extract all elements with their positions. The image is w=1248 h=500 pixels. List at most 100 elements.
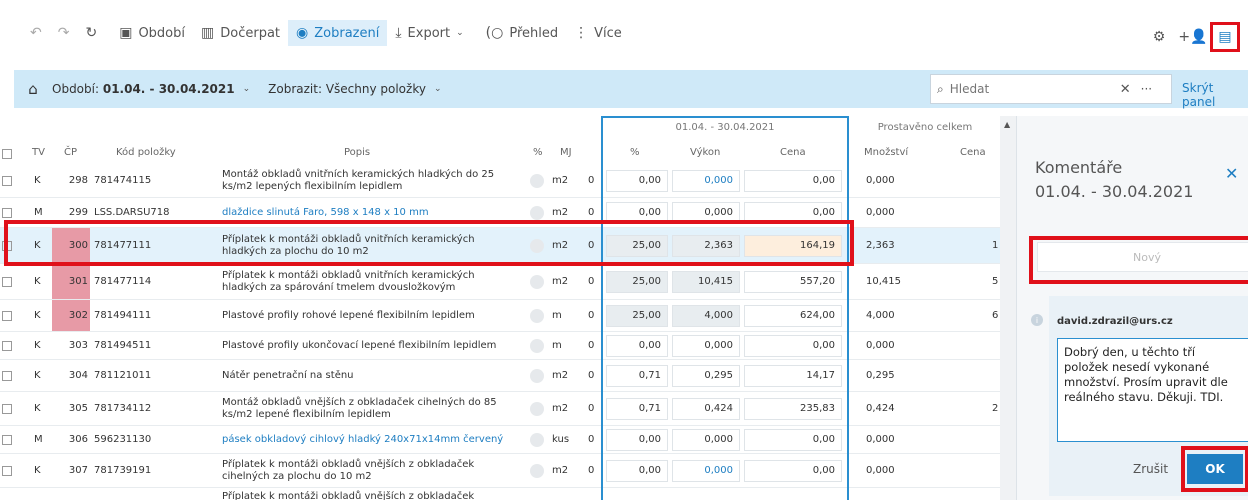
row-checkbox[interactable] (2, 340, 12, 351)
cell-built-mnozstvi: 0,424 (866, 403, 895, 414)
refresh-icon: ↻ (85, 25, 98, 41)
period-button[interactable]: ▣ Období (111, 20, 193, 46)
cell-zero: 0 (588, 340, 595, 351)
cell-mj: m (552, 310, 562, 321)
prehled-button[interactable]: (○ Přehled (478, 20, 566, 46)
info-icon: i (1031, 314, 1043, 326)
select-all-checkbox[interactable] (2, 149, 12, 159)
table-row[interactable]: K 298 781474115 Montáž obkladů vnitřních ke… (0, 164, 1000, 198)
cell-tv: K (34, 310, 41, 321)
progress-pie-icon (530, 205, 544, 220)
table-row[interactable]: Příplatek k montáži obkladů vnějších z o… (0, 488, 1000, 500)
progress-pie-icon (530, 308, 544, 323)
table-row[interactable]: K 307 781739191 Příplatek k montáži obkladů… (0, 454, 1000, 488)
gear-icon: ⚙ (1152, 29, 1166, 45)
col-desc[interactable]: Popis (344, 147, 370, 158)
cell-desc: Plastové profily rohové lepené flexibiln… (222, 309, 475, 321)
cell-desc: Plastové profily ukončovací lepené flexi… (222, 339, 497, 351)
row-checkbox[interactable] (2, 175, 12, 186)
cell-desc[interactable]: pásek obkladový cihlový hladký 240x71x14… (222, 426, 518, 453)
chevron-down-icon[interactable]: ⌄ (243, 84, 251, 94)
search-input[interactable] (949, 82, 1100, 96)
column-headers: TV ČP Kód položky Popis % MJ % Výkon Cen… (0, 142, 1000, 164)
chevron-down-icon[interactable]: ⌄ (434, 84, 442, 94)
toolbar: ↶ ↷ ↻ ▣ Období ▥ Dočerpat ◉ Zobrazení ⤓ Expo… (0, 0, 1248, 66)
cell-tv: K (34, 175, 41, 186)
cell-tv: K (34, 465, 41, 476)
progress-pie-icon (530, 338, 544, 353)
vertical-scrollbar[interactable]: ▲ (1000, 116, 1016, 500)
row-checkbox[interactable] (2, 403, 12, 414)
row-checkbox[interactable] (2, 276, 12, 287)
cell-code: 781477114 (94, 276, 152, 287)
more-button[interactable]: ⋮ Více (566, 20, 630, 46)
cell-mj: m2 (552, 403, 569, 414)
table-row[interactable]: K 304 781121011 Nátěr penetrační na stěnu m2… (0, 360, 1000, 392)
zobrazeni-button-label: Zobrazení (314, 25, 380, 41)
clear-icon[interactable]: ✕ (1120, 82, 1131, 97)
cell-tv: K (34, 403, 41, 414)
cell-mj: kus (552, 434, 570, 445)
zobrazeni-button[interactable]: ◉ Zobrazení (288, 20, 388, 46)
col-pct[interactable]: % (533, 147, 543, 158)
row-checkbox[interactable] (2, 207, 12, 218)
chevron-down-icon: ⌄ (456, 28, 464, 38)
comment-icon: ▤ (1218, 29, 1232, 45)
cell-built-mnozstvi: 2,363 (866, 240, 895, 251)
table-row[interactable]: K 302 781494111 Plastové profily rohové lep… (0, 300, 1000, 332)
cell-zero: 0 (588, 175, 595, 186)
home-icon[interactable]: ⌂ (14, 80, 52, 98)
progress-pie-icon (530, 368, 544, 383)
overview-icon: (○ (485, 25, 504, 41)
row-checkbox[interactable] (2, 465, 12, 476)
comments-button[interactable]: ▤ (1210, 22, 1240, 52)
cell-cp: 303 (68, 340, 88, 351)
cell-code: 781734112 (94, 403, 152, 414)
cell-code: 781494511 (94, 340, 152, 351)
cell-code: 781739191 (94, 465, 152, 476)
settings-button[interactable]: ⚙ (1142, 23, 1176, 51)
col-cp[interactable]: ČP (64, 147, 77, 158)
cell-mj: m2 (552, 465, 569, 476)
row-checkbox[interactable] (2, 310, 12, 321)
col-built-mnozstvi[interactable]: Množství (864, 147, 908, 158)
redo-button[interactable]: ↷ (50, 20, 78, 46)
period-columns-highlight (601, 116, 849, 500)
cell-cp: 298 (68, 175, 88, 186)
show-filter[interactable]: Zobrazit: Všechny položky (268, 82, 426, 96)
col-tv[interactable]: TV (32, 147, 45, 158)
cancel-button[interactable]: Zrušit (1133, 462, 1168, 476)
refresh-button[interactable]: ↻ (77, 20, 111, 46)
cell-built-cena: 6 (992, 310, 999, 321)
close-icon[interactable]: ✕ (1225, 164, 1238, 183)
undo-button[interactable]: ↶ (22, 20, 50, 46)
cell-built-mnozstvi: 4,000 (866, 310, 895, 321)
more-horizontal-icon[interactable]: ··· (1141, 82, 1152, 96)
row-checkbox[interactable] (2, 370, 12, 381)
comment-textarea[interactable]: Dobrý den, u těchto tří položek nesedí v… (1057, 338, 1248, 442)
redo-icon: ↷ (57, 25, 70, 41)
toolbar-right: ⚙ +👤 ▤ (1142, 22, 1240, 52)
table-row[interactable]: K 303 781494511 Plastové profily ukončovací… (0, 332, 1000, 360)
search-box: ⌕ ✕ ··· (930, 74, 1172, 104)
built-column-group-header: Prostavěno celkem (877, 121, 973, 133)
docerpat-button[interactable]: ▥ Dočerpat (193, 20, 288, 46)
row-checkbox[interactable] (2, 434, 12, 445)
col-code[interactable]: Kód položky (116, 147, 176, 158)
table-row[interactable]: M 306 596231130 pásek obkladový cihlový hla… (0, 426, 1000, 454)
prehled-button-label: Přehled (509, 25, 559, 41)
export-button[interactable]: ⤓ Export ⌄ (387, 20, 477, 46)
period-filter[interactable]: Období: 01.04. - 30.04.2021 (52, 82, 235, 96)
hide-panel-link[interactable]: Skrýt panel (1182, 81, 1248, 109)
scroll-up-icon[interactable]: ▲ (1004, 120, 1010, 129)
cell-code: 781121011 (94, 370, 152, 381)
col-built-cena[interactable]: Cena (960, 147, 986, 158)
progress-pie-icon (530, 463, 544, 478)
cell-zero: 0 (588, 370, 595, 381)
table-row[interactable]: K 301 781477114 Příplatek k montáži obkladů… (0, 264, 1000, 300)
add-user-button[interactable]: +👤 (1176, 23, 1210, 51)
table-row[interactable]: K 305 781734112 Montáž obkladů vnějších z o… (0, 392, 1000, 426)
period-filter-label: Období: (52, 82, 100, 96)
col-mj[interactable]: MJ (560, 147, 572, 158)
cell-zero: 0 (588, 310, 595, 321)
